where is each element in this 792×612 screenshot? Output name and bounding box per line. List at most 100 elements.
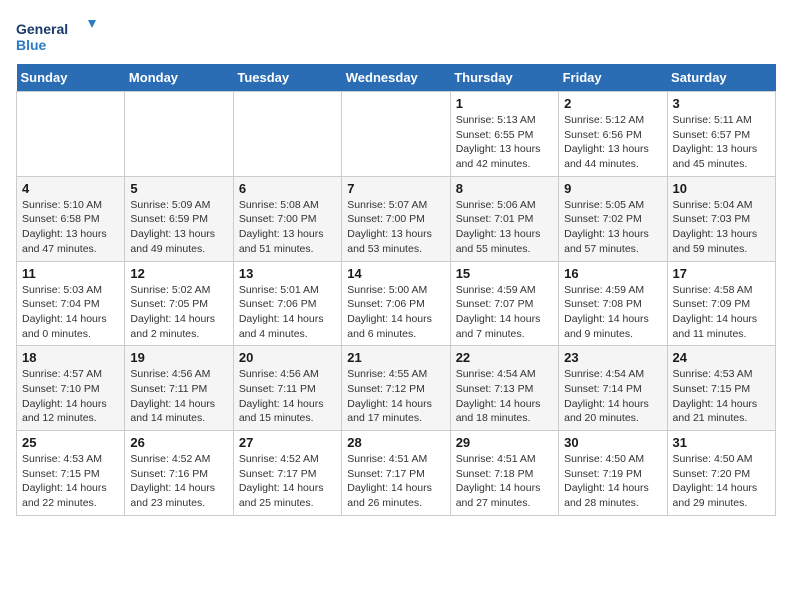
day-info: Sunrise: 4:54 AM Sunset: 7:14 PM Dayligh… <box>564 367 661 426</box>
day-number: 5 <box>130 181 227 196</box>
day-info: Sunrise: 5:09 AM Sunset: 6:59 PM Dayligh… <box>130 198 227 257</box>
calendar-cell: 14 Sunrise: 5:00 AM Sunset: 7:06 PM Dayli… <box>342 261 450 346</box>
day-number: 22 <box>456 350 553 365</box>
page-header: General Blue <box>16 16 776 56</box>
calendar-cell: 17 Sunrise: 4:58 AM Sunset: 7:09 PM Dayli… <box>667 261 775 346</box>
calendar-cell: 6 Sunrise: 5:08 AM Sunset: 7:00 PM Daylig… <box>233 176 341 261</box>
day-info: Sunrise: 4:56 AM Sunset: 7:11 PM Dayligh… <box>239 367 336 426</box>
day-number: 15 <box>456 266 553 281</box>
calendar-cell <box>233 92 341 177</box>
day-info: Sunrise: 4:51 AM Sunset: 7:17 PM Dayligh… <box>347 452 444 511</box>
day-info: Sunrise: 4:50 AM Sunset: 7:20 PM Dayligh… <box>673 452 770 511</box>
calendar-cell: 30 Sunrise: 4:50 AM Sunset: 7:19 PM Dayli… <box>559 431 667 516</box>
day-number: 30 <box>564 435 661 450</box>
day-info: Sunrise: 4:52 AM Sunset: 7:17 PM Dayligh… <box>239 452 336 511</box>
calendar-cell: 26Sunrise: 4:52 AM Sunset: 7:16 PM Dayli… <box>125 431 233 516</box>
day-number: 11 <box>22 266 119 281</box>
day-number: 6 <box>239 181 336 196</box>
calendar-cell: 18Sunrise: 4:57 AM Sunset: 7:10 PM Dayli… <box>17 346 125 431</box>
day-number: 31 <box>673 435 770 450</box>
header-monday: Monday <box>125 64 233 92</box>
day-info: Sunrise: 5:10 AM Sunset: 6:58 PM Dayligh… <box>22 198 119 257</box>
header-row: SundayMondayTuesdayWednesdayThursdayFrid… <box>17 64 776 92</box>
svg-text:Blue: Blue <box>16 37 47 53</box>
header-tuesday: Tuesday <box>233 64 341 92</box>
day-number: 24 <box>673 350 770 365</box>
calendar-cell: 3 Sunrise: 5:11 AM Sunset: 6:57 PM Daylig… <box>667 92 775 177</box>
day-info: Sunrise: 4:56 AM Sunset: 7:11 PM Dayligh… <box>130 367 227 426</box>
day-info: Sunrise: 4:58 AM Sunset: 7:09 PM Dayligh… <box>673 283 770 342</box>
day-number: 12 <box>130 266 227 281</box>
calendar-cell: 20Sunrise: 4:56 AM Sunset: 7:11 PM Dayli… <box>233 346 341 431</box>
day-info: Sunrise: 5:08 AM Sunset: 7:00 PM Dayligh… <box>239 198 336 257</box>
day-number: 17 <box>673 266 770 281</box>
calendar-cell: 5 Sunrise: 5:09 AM Sunset: 6:59 PM Daylig… <box>125 176 233 261</box>
header-sunday: Sunday <box>17 64 125 92</box>
day-info: Sunrise: 5:03 AM Sunset: 7:04 PM Dayligh… <box>22 283 119 342</box>
day-number: 8 <box>456 181 553 196</box>
calendar-cell: 27 Sunrise: 4:52 AM Sunset: 7:17 PM Dayli… <box>233 431 341 516</box>
day-number: 14 <box>347 266 444 281</box>
day-info: Sunrise: 5:02 AM Sunset: 7:05 PM Dayligh… <box>130 283 227 342</box>
calendar-cell: 11 Sunrise: 5:03 AM Sunset: 7:04 PM Dayli… <box>17 261 125 346</box>
calendar-cell: 19 Sunrise: 4:56 AM Sunset: 7:11 PM Dayli… <box>125 346 233 431</box>
day-number: 26 <box>130 435 227 450</box>
day-info: Sunrise: 4:53 AM Sunset: 7:15 PM Dayligh… <box>22 452 119 511</box>
day-info: Sunrise: 5:13 AM Sunset: 6:55 PM Dayligh… <box>456 113 553 172</box>
day-info: Sunrise: 4:54 AM Sunset: 7:13 PM Dayligh… <box>456 367 553 426</box>
svg-text:General: General <box>16 21 68 37</box>
calendar-cell <box>125 92 233 177</box>
calendar-cell: 1Sunrise: 5:13 AM Sunset: 6:55 PM Daylig… <box>450 92 558 177</box>
day-info: Sunrise: 5:07 AM Sunset: 7:00 PM Dayligh… <box>347 198 444 257</box>
header-thursday: Thursday <box>450 64 558 92</box>
day-number: 19 <box>130 350 227 365</box>
day-info: Sunrise: 4:51 AM Sunset: 7:18 PM Dayligh… <box>456 452 553 511</box>
day-number: 29 <box>456 435 553 450</box>
day-number: 23 <box>564 350 661 365</box>
day-number: 27 <box>239 435 336 450</box>
day-info: Sunrise: 5:12 AM Sunset: 6:56 PM Dayligh… <box>564 113 661 172</box>
calendar-cell: 23 Sunrise: 4:54 AM Sunset: 7:14 PM Dayli… <box>559 346 667 431</box>
day-info: Sunrise: 4:53 AM Sunset: 7:15 PM Dayligh… <box>673 367 770 426</box>
day-number: 4 <box>22 181 119 196</box>
day-info: Sunrise: 5:04 AM Sunset: 7:03 PM Dayligh… <box>673 198 770 257</box>
calendar-cell: 15 Sunrise: 4:59 AM Sunset: 7:07 PM Dayli… <box>450 261 558 346</box>
week-row-2: 4 Sunrise: 5:10 AM Sunset: 6:58 PM Daylig… <box>17 176 776 261</box>
day-number: 25 <box>22 435 119 450</box>
day-info: Sunrise: 5:05 AM Sunset: 7:02 PM Dayligh… <box>564 198 661 257</box>
day-info: Sunrise: 4:59 AM Sunset: 7:08 PM Dayligh… <box>564 283 661 342</box>
day-number: 16 <box>564 266 661 281</box>
day-number: 7 <box>347 181 444 196</box>
day-info: Sunrise: 5:01 AM Sunset: 7:06 PM Dayligh… <box>239 283 336 342</box>
week-row-3: 11 Sunrise: 5:03 AM Sunset: 7:04 PM Dayli… <box>17 261 776 346</box>
calendar-cell: 2Sunrise: 5:12 AM Sunset: 6:56 PM Daylig… <box>559 92 667 177</box>
day-info: Sunrise: 4:55 AM Sunset: 7:12 PM Dayligh… <box>347 367 444 426</box>
day-info: Sunrise: 5:11 AM Sunset: 6:57 PM Dayligh… <box>673 113 770 172</box>
day-number: 3 <box>673 96 770 111</box>
calendar-cell: 22 Sunrise: 4:54 AM Sunset: 7:13 PM Dayli… <box>450 346 558 431</box>
calendar-cell: 8Sunrise: 5:06 AM Sunset: 7:01 PM Daylig… <box>450 176 558 261</box>
calendar-cell: 12 Sunrise: 5:02 AM Sunset: 7:05 PM Dayli… <box>125 261 233 346</box>
calendar-table: SundayMondayTuesdayWednesdayThursdayFrid… <box>16 64 776 516</box>
week-row-1: 1Sunrise: 5:13 AM Sunset: 6:55 PM Daylig… <box>17 92 776 177</box>
calendar-cell: 10Sunrise: 5:04 AM Sunset: 7:03 PM Dayli… <box>667 176 775 261</box>
calendar-cell: 21 Sunrise: 4:55 AM Sunset: 7:12 PM Dayli… <box>342 346 450 431</box>
calendar-cell: 4 Sunrise: 5:10 AM Sunset: 6:58 PM Daylig… <box>17 176 125 261</box>
calendar-cell <box>17 92 125 177</box>
day-info: Sunrise: 4:59 AM Sunset: 7:07 PM Dayligh… <box>456 283 553 342</box>
calendar-cell: 7 Sunrise: 5:07 AM Sunset: 7:00 PM Daylig… <box>342 176 450 261</box>
day-number: 28 <box>347 435 444 450</box>
day-number: 21 <box>347 350 444 365</box>
day-number: 9 <box>564 181 661 196</box>
header-friday: Friday <box>559 64 667 92</box>
week-row-5: 25 Sunrise: 4:53 AM Sunset: 7:15 PM Dayli… <box>17 431 776 516</box>
calendar-cell <box>342 92 450 177</box>
calendar-cell: 16 Sunrise: 4:59 AM Sunset: 7:08 PM Dayli… <box>559 261 667 346</box>
calendar-cell: 25 Sunrise: 4:53 AM Sunset: 7:15 PM Dayli… <box>17 431 125 516</box>
calendar-cell: 29 Sunrise: 4:51 AM Sunset: 7:18 PM Dayli… <box>450 431 558 516</box>
day-info: Sunrise: 5:00 AM Sunset: 7:06 PM Dayligh… <box>347 283 444 342</box>
logo: General Blue <box>16 16 96 56</box>
logo-svg: General Blue <box>16 16 96 56</box>
calendar-cell: 9 Sunrise: 5:05 AM Sunset: 7:02 PM Daylig… <box>559 176 667 261</box>
day-info: Sunrise: 4:50 AM Sunset: 7:19 PM Dayligh… <box>564 452 661 511</box>
